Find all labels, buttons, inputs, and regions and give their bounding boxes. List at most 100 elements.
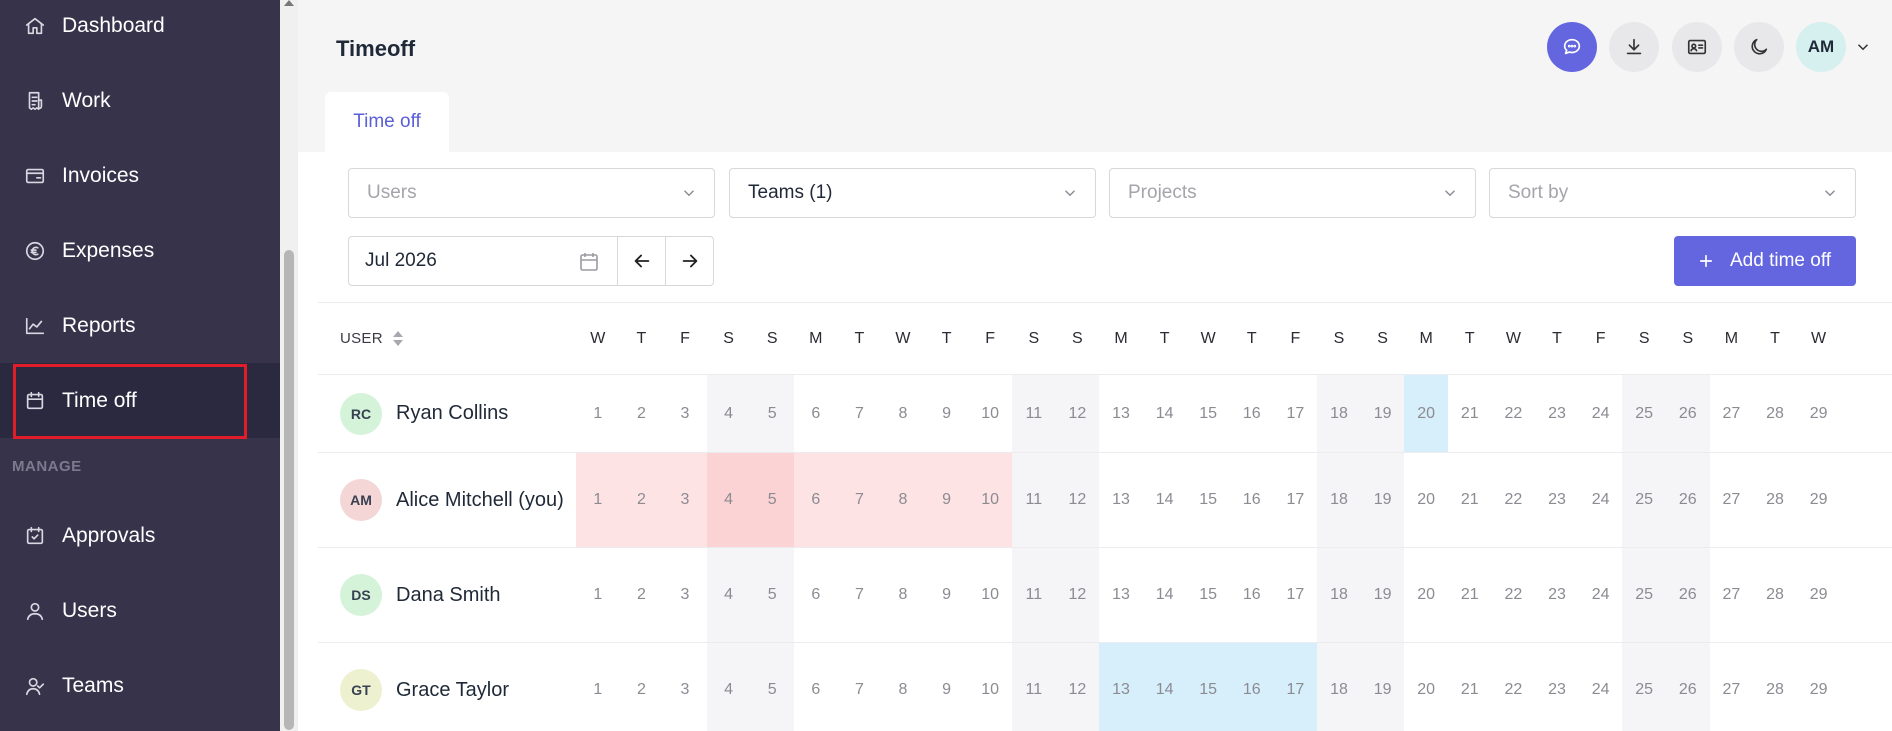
prev-month-button[interactable] <box>617 236 666 286</box>
day-cell[interactable]: 22 <box>1492 643 1536 731</box>
day-cell[interactable]: 15 <box>1186 375 1230 452</box>
day-cell[interactable]: 18 <box>1317 643 1361 731</box>
day-cell[interactable]: 3 <box>663 548 707 642</box>
table-row[interactable]: RC Ryan Collins 1 2 3 4 5 6 7 8 9 10 11 12 13 14 15 16 17 1… <box>318 375 1892 453</box>
day-cell[interactable]: 5 <box>750 453 794 547</box>
day-cell[interactable]: 9 <box>925 548 969 642</box>
day-cell[interactable]: 27 <box>1710 453 1754 547</box>
day-cell[interactable]: 26 <box>1666 548 1710 642</box>
day-cell[interactable]: 25 <box>1622 453 1666 547</box>
day-cell[interactable]: 6 <box>794 453 838 547</box>
day-cell[interactable]: 15 <box>1186 548 1230 642</box>
day-cell[interactable]: 4 <box>706 548 751 642</box>
day-cell[interactable]: 26 <box>1666 453 1710 547</box>
day-cell[interactable]: 17 <box>1274 453 1318 547</box>
sidebar-item-dashboard[interactable]: Dashboard <box>0 0 280 63</box>
day-cell[interactable]: 28 <box>1753 453 1797 547</box>
day-cell[interactable]: 4 <box>706 375 751 452</box>
day-cell[interactable]: 7 <box>838 375 882 452</box>
day-cell[interactable]: 12 <box>1055 643 1100 731</box>
day-cell[interactable]: 14 <box>1143 375 1187 452</box>
day-cell[interactable]: 16 <box>1230 643 1274 731</box>
download-button[interactable] <box>1609 22 1659 72</box>
day-cell[interactable]: 7 <box>838 548 882 642</box>
table-row[interactable]: DS Dana Smith 1 2 3 4 5 6 7 8 9 10 11 12 13 14 15 16 17 18 1… <box>318 548 1892 643</box>
day-cell[interactable]: 25 <box>1622 375 1666 452</box>
day-cell[interactable]: 8 <box>881 375 925 452</box>
day-cell[interactable]: 22 <box>1492 453 1536 547</box>
users-select[interactable]: Users <box>348 168 715 218</box>
day-cell[interactable]: 12 <box>1055 375 1100 452</box>
day-cell[interactable]: 10 <box>968 375 1012 452</box>
day-cell[interactable]: 9 <box>924 453 969 547</box>
user-cell[interactable]: DS Dana Smith <box>340 548 501 642</box>
day-cell[interactable]: 15 <box>1186 643 1230 731</box>
day-cell[interactable]: 3 <box>663 375 707 452</box>
day-cell[interactable]: 27 <box>1710 375 1754 452</box>
day-cell[interactable]: 18 <box>1317 548 1361 642</box>
day-cell[interactable]: 20 <box>1404 453 1448 547</box>
day-cell[interactable]: 3 <box>663 643 707 731</box>
sidebar-item-invoices[interactable]: Invoices <box>0 138 280 213</box>
day-cell[interactable]: 22 <box>1492 548 1536 642</box>
day-cell[interactable]: 13 <box>1099 375 1143 452</box>
day-cell[interactable]: 27 <box>1710 643 1754 731</box>
teams-select[interactable]: Teams (1) <box>729 168 1096 218</box>
day-cell[interactable]: 11 <box>1012 375 1056 452</box>
chat-button[interactable] <box>1547 22 1597 72</box>
day-cell[interactable]: 21 <box>1448 643 1492 731</box>
day-cell[interactable]: 15 <box>1186 453 1230 547</box>
day-cell[interactable]: 13 <box>1099 548 1143 642</box>
day-cell[interactable]: 19 <box>1360 548 1405 642</box>
day-cell[interactable]: 10 <box>968 643 1012 731</box>
sidebar-item-time-off[interactable]: Time off <box>0 363 280 438</box>
day-cell[interactable]: 21 <box>1448 453 1492 547</box>
day-cell[interactable]: 5 <box>750 643 794 731</box>
day-cell[interactable]: 29 <box>1797 375 1841 452</box>
month-picker-input[interactable]: Jul 2026 <box>348 236 618 286</box>
day-cell[interactable]: 29 <box>1797 453 1841 547</box>
day-cell[interactable]: 13 <box>1099 643 1143 731</box>
scroll-thumb[interactable] <box>284 250 294 730</box>
day-cell[interactable]: 13 <box>1099 453 1143 547</box>
day-cell[interactable]: 26 <box>1666 643 1710 731</box>
day-cell[interactable]: 19 <box>1360 375 1405 452</box>
day-cell[interactable]: 1 <box>576 548 620 642</box>
day-cell[interactable]: 11 <box>1012 548 1056 642</box>
day-cell[interactable]: 5 <box>750 375 794 452</box>
sidebar-item-users[interactable]: Users <box>0 573 280 648</box>
day-cell[interactable]: 20 <box>1404 643 1448 731</box>
day-cell[interactable]: 28 <box>1753 548 1797 642</box>
day-cell[interactable]: 4 <box>706 453 751 547</box>
day-cell[interactable]: 23 <box>1535 453 1579 547</box>
user-cell[interactable]: RC Ryan Collins <box>340 375 508 452</box>
day-cell[interactable]: 24 <box>1579 643 1623 731</box>
day-cell[interactable]: 26 <box>1666 375 1710 452</box>
sidebar-item-approvals[interactable]: Approvals <box>0 498 280 573</box>
day-cell[interactable]: 5 <box>750 548 794 642</box>
day-cell[interactable]: 6 <box>794 643 838 731</box>
day-cell[interactable]: 21 <box>1448 548 1492 642</box>
day-cell[interactable]: 17 <box>1273 643 1318 731</box>
day-cell[interactable]: 1 <box>576 643 620 731</box>
day-cell[interactable]: 2 <box>620 643 664 731</box>
sidebar-item-reports[interactable]: Reports <box>0 288 280 363</box>
day-cell[interactable]: 16 <box>1230 548 1274 642</box>
day-cell[interactable]: 24 <box>1579 375 1623 452</box>
day-cell[interactable]: 28 <box>1753 375 1797 452</box>
day-cell[interactable]: 2 <box>620 548 664 642</box>
day-cell[interactable]: 7 <box>838 643 882 731</box>
day-cell[interactable]: 22 <box>1492 375 1536 452</box>
day-cell[interactable]: 20 <box>1404 375 1448 452</box>
user-avatar-button[interactable]: AM <box>1796 22 1846 72</box>
day-cell[interactable]: 23 <box>1535 375 1579 452</box>
day-cell[interactable]: 20 <box>1404 548 1448 642</box>
day-cell[interactable]: 7 <box>837 453 882 547</box>
sidebar-item-teams[interactable]: Teams <box>0 648 280 723</box>
table-row[interactable]: AM Alice Mitchell (you) 1 2 3 4 5 6 7 8 9 10 11 12 13 1… <box>318 453 1892 548</box>
table-row[interactable]: GT Grace Taylor 1 2 3 4 5 6 7 8 9 10 11 12 13 14 15 16 17 1… <box>318 643 1892 731</box>
day-cell[interactable]: 16 <box>1230 375 1274 452</box>
day-cell[interactable]: 10 <box>968 453 1012 547</box>
day-cell[interactable]: 18 <box>1317 375 1361 452</box>
sidebar-item-expenses[interactable]: Expenses <box>0 213 280 288</box>
